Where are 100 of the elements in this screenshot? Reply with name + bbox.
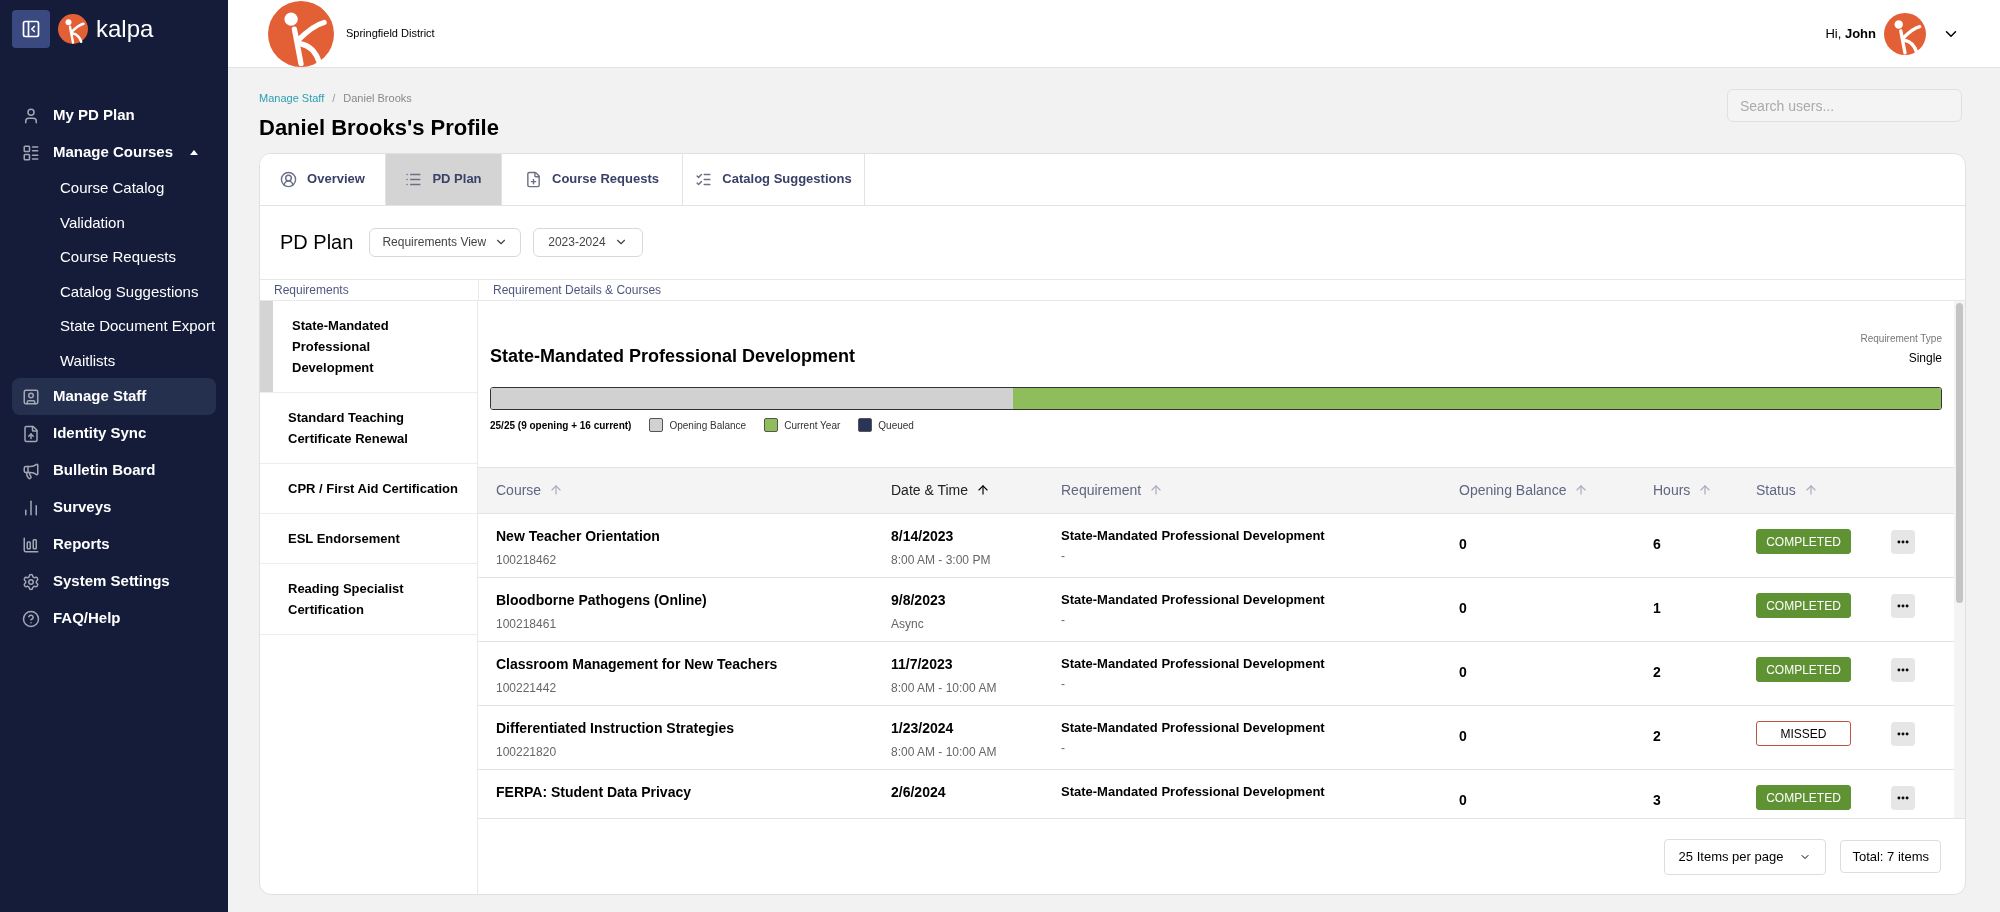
requirement-note: -: [1061, 676, 1066, 693]
search-field[interactable]: Search users...: [1727, 89, 1962, 122]
course-name: New Teacher Orientation: [496, 526, 661, 546]
column-header[interactable]: Status: [1756, 479, 1891, 501]
sidebar-item[interactable]: Reports: [12, 526, 216, 563]
more-button[interactable]: [1891, 785, 1915, 810]
requirement-type-value: Single: [1908, 349, 1942, 367]
tab-icon: [525, 170, 543, 188]
course-time: 8:00 AM - 10:00 AM: [891, 679, 998, 697]
sidebar-item[interactable]: Manage Staff: [12, 378, 216, 415]
requirement-item[interactable]: ESL Endorsement: [260, 513, 477, 564]
column-header[interactable]: Course: [496, 479, 891, 501]
more-button[interactable]: [1891, 593, 1915, 618]
brand-logo-icon: [58, 14, 88, 44]
status-badge: COMPLETED: [1756, 593, 1851, 618]
column-heading: Requirement Details & Courses: [478, 279, 662, 300]
course-id: 100218461: [496, 615, 558, 633]
tab-icon: [280, 170, 298, 188]
tab[interactable]: Overview: [260, 153, 386, 205]
breadcrumb-separator: /: [332, 91, 336, 106]
status-badge: COMPLETED: [1756, 657, 1851, 682]
progress-summary: 25/25 (9 opening + 16 current): [490, 418, 632, 433]
column-header[interactable]: Date & Time: [891, 479, 1061, 501]
requirement-item[interactable]: State-Mandated Professional Development: [260, 300, 477, 393]
sidebar-item[interactable]: My PD Plan: [12, 97, 216, 134]
requirement-name: State-Mandated Professional Development: [1061, 590, 1326, 609]
total-items: Total: 7 items: [1840, 840, 1941, 873]
hours: 1: [1653, 598, 1662, 618]
sidebar-item[interactable]: Bulletin Board: [12, 452, 216, 489]
more-button[interactable]: [1891, 721, 1915, 746]
requirement-name: State-Mandated Professional Development: [1061, 718, 1326, 737]
column-header[interactable]: Opening Balance: [1459, 479, 1653, 501]
sidebar-subitem[interactable]: Validation: [60, 205, 228, 240]
district-name: Springfield District: [346, 26, 435, 42]
column-header[interactable]: Requirement: [1061, 479, 1459, 501]
greeting: Hi, John: [1825, 24, 1876, 43]
course-time: 8:00 AM - 3:00 PM: [891, 551, 992, 569]
status-badge: COMPLETED: [1756, 785, 1851, 810]
opening-balance: 0: [1459, 534, 1468, 554]
sidebar-subitem[interactable]: Course Catalog: [60, 171, 228, 206]
legend-label: Queued: [878, 418, 914, 433]
course-date: 1/23/2024: [891, 718, 955, 738]
requirement-item[interactable]: Standard Teaching Certificate Renewal: [260, 392, 477, 464]
section-title: PD Plan: [280, 230, 354, 255]
sidebar-item[interactable]: Manage Courses: [12, 134, 216, 171]
course-date: 11/7/2023: [891, 654, 954, 674]
sidebar-subitem[interactable]: Waitlists: [60, 343, 228, 378]
requirement-name: State-Mandated Professional Development: [1061, 654, 1326, 673]
hours: 6: [1653, 534, 1662, 554]
user-avatar: [1884, 12, 1926, 55]
requirement-note: -: [1061, 740, 1066, 757]
scrollbar[interactable]: [1954, 300, 1965, 818]
course-time: 8:00 AM - 10:00 AM: [891, 743, 998, 761]
course-date: 8/14/2023: [891, 526, 955, 546]
nav-icon: [22, 106, 40, 125]
hours: 2: [1653, 726, 1662, 746]
column-header[interactable]: Hours: [1653, 479, 1756, 501]
requirement-title: State-Mandated Professional Development: [490, 344, 856, 368]
course-name: FERPA: Student Data Privacy: [496, 782, 692, 802]
more-button[interactable]: [1891, 657, 1915, 682]
sidebar-subitem[interactable]: Course Requests: [60, 240, 228, 275]
collapse-sidebar-button[interactable]: [12, 10, 50, 48]
status-badge: MISSED: [1756, 721, 1851, 746]
requirement-item[interactable]: CPR / First Aid Certification: [260, 463, 477, 514]
opening-balance: 0: [1459, 598, 1468, 618]
nav-icon: [22, 535, 40, 554]
items-per-page-dropdown[interactable]: 25 Items per page: [1663, 838, 1827, 875]
column-heading: Requirements: [273, 281, 350, 299]
course-name: Classroom Management for New Teachers: [496, 654, 779, 674]
nav-icon: [22, 498, 40, 517]
course-date: 9/8/2023: [891, 590, 947, 610]
view-dropdown[interactable]: Requirements View: [369, 227, 522, 257]
requirement-note: -: [1061, 548, 1066, 565]
legend-label: Opening Balance: [669, 418, 747, 433]
course-time: Async: [891, 615, 925, 633]
year-dropdown[interactable]: 2023-2024: [533, 227, 643, 257]
hours: 3: [1653, 790, 1662, 810]
requirement-type-label: Requirement Type: [1860, 331, 1942, 346]
nav-icon: [22, 461, 40, 480]
course-name: Bloodborne Pathogens (Online): [496, 590, 708, 610]
nav-icon: [22, 424, 40, 443]
nav-icon: [22, 609, 40, 628]
sidebar-subitem[interactable]: State Document Export: [60, 309, 228, 344]
nav-icon: [22, 387, 40, 406]
sidebar-item[interactable]: FAQ/Help: [12, 600, 216, 637]
course-date: 2/6/2024: [891, 782, 947, 802]
nav-icon: [22, 572, 40, 591]
course-name: Differentiated Instruction Strategies: [496, 718, 736, 738]
sidebar-item[interactable]: Surveys: [12, 489, 216, 526]
course-id: 100221442: [496, 679, 558, 697]
more-button[interactable]: [1891, 529, 1915, 554]
opening-balance: 0: [1459, 662, 1468, 682]
sidebar-item[interactable]: System Settings: [12, 563, 216, 600]
page-title: Daniel Brooks's Profile: [259, 113, 499, 142]
brand-name: kalpa: [96, 14, 154, 44]
sidebar-subitem[interactable]: Catalog Suggestions: [60, 274, 228, 309]
collapse-icon: [21, 19, 41, 39]
sidebar-item[interactable]: Identity Sync: [12, 415, 216, 452]
requirement-item[interactable]: Reading Specialist Certification: [260, 563, 477, 635]
tab[interactable]: PD Plan: [386, 153, 502, 205]
